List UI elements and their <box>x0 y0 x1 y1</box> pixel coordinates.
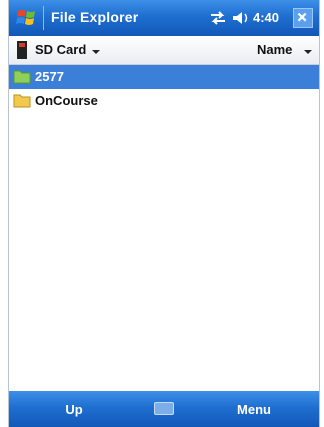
menu-button[interactable]: Menu <box>189 391 319 427</box>
chevron-down-icon[interactable] <box>92 50 100 54</box>
sd-card-icon <box>17 41 27 59</box>
file-name: OnCourse <box>35 93 98 108</box>
clock[interactable]: 4:40 <box>253 10 279 25</box>
list-item[interactable]: 2577 <box>9 65 319 89</box>
title-separator <box>43 6 44 30</box>
list-item[interactable]: OnCourse <box>9 89 319 113</box>
sort-dropdown[interactable]: Name <box>257 42 292 57</box>
keyboard-icon[interactable] <box>154 402 174 415</box>
file-list: 2577 OnCourse <box>9 65 319 113</box>
connectivity-icon[interactable] <box>209 10 227 26</box>
folder-icon <box>13 70 31 84</box>
app-window: File Explorer 4:40 SD Card Name 2577 OnC… <box>8 0 320 427</box>
softkey-bar: Up Menu <box>9 391 319 427</box>
title-bar: File Explorer 4:40 <box>9 0 319 36</box>
window-title: File Explorer <box>51 9 139 25</box>
up-button[interactable]: Up <box>9 391 139 427</box>
windows-flag-icon[interactable] <box>15 6 41 30</box>
file-name: 2577 <box>35 69 64 84</box>
chevron-down-icon[interactable] <box>304 50 312 54</box>
volume-icon[interactable] <box>231 9 251 27</box>
location-dropdown[interactable]: SD Card <box>35 42 86 57</box>
location-header: SD Card Name <box>9 36 319 65</box>
folder-icon <box>13 94 31 108</box>
close-button[interactable] <box>293 8 313 28</box>
close-icon <box>297 12 307 22</box>
